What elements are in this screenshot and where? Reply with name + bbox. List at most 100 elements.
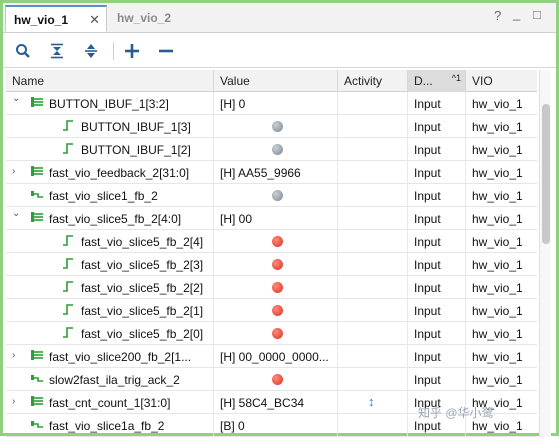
help-icon[interactable]: ? <box>494 8 501 23</box>
signal-name: fast_vio_slice1_fb_2 <box>49 189 158 203</box>
value-cell[interactable]: [H] 58C4_BC34 <box>214 391 338 414</box>
activity-cell[interactable] <box>338 92 408 115</box>
value-cell[interactable]: [H] AA55_9966 <box>214 161 338 184</box>
chevron-right-icon[interactable]: › <box>12 166 22 178</box>
tab-hw-vio-2[interactable]: hw_vio_2 <box>109 5 181 32</box>
signal-name-cell[interactable]: fast_vio_slice5_fb_2[2] <box>6 276 214 299</box>
activity-cell[interactable] <box>338 161 408 184</box>
column-header-vio[interactable]: VIO <box>466 70 537 92</box>
value-cell[interactable] <box>214 299 338 322</box>
led-red-icon[interactable] <box>272 282 283 293</box>
signal-name-cell[interactable]: slow2fast_ila_trig_ack_2 <box>6 368 214 391</box>
value-cell[interactable] <box>214 368 338 391</box>
table-row[interactable]: fast_vio_slice5_fb_2[3] Input hw_vio_1 <box>6 253 537 276</box>
activity-cell[interactable] <box>338 299 408 322</box>
led-red-icon[interactable] <box>272 328 283 339</box>
value-cell[interactable] <box>214 322 338 345</box>
vertical-scrollbar[interactable] <box>539 70 551 437</box>
value-cell[interactable]: [B] 0 <box>214 414 338 437</box>
value-cell[interactable] <box>214 276 338 299</box>
activity-cell[interactable] <box>338 345 408 368</box>
value-cell[interactable] <box>214 230 338 253</box>
remove-icon[interactable] <box>154 39 178 63</box>
table-row[interactable]: BUTTON_IBUF_1[2] Input hw_vio_1 <box>6 138 537 161</box>
signal-name-cell[interactable]: fast_vio_slice5_fb_2[4] <box>6 230 214 253</box>
table-row[interactable]: fast_vio_slice5_fb_2[2] Input hw_vio_1 <box>6 276 537 299</box>
signal-name-cell[interactable]: BUTTON_IBUF_1[2] <box>6 138 214 161</box>
activity-cell[interactable] <box>338 138 408 161</box>
value-cell[interactable]: [H] 0 <box>214 92 338 115</box>
chevron-right-icon[interactable]: › <box>12 350 22 362</box>
led-gray-icon[interactable] <box>272 121 283 132</box>
vio-cell: hw_vio_1 <box>472 281 523 295</box>
table-row[interactable]: ⌄ BUTTON_IBUF_1[3:2] [H] 0 Input hw_vio_1 <box>6 92 537 115</box>
table-row[interactable]: fast_vio_slice5_fb_2[0] Input hw_vio_1 <box>6 322 537 345</box>
chevron-down-icon[interactable]: ⌄ <box>12 208 22 220</box>
value-cell[interactable] <box>214 115 338 138</box>
scrollbar-thumb[interactable] <box>542 104 550 244</box>
add-icon[interactable] <box>120 39 144 63</box>
led-gray-icon[interactable] <box>272 190 283 201</box>
activity-cell[interactable] <box>338 253 408 276</box>
activity-cell[interactable] <box>338 368 408 391</box>
bit-icon <box>62 280 74 296</box>
signal-name-cell[interactable]: fast_vio_slice1_fb_2 <box>6 184 214 207</box>
signal-name-cell[interactable]: fast_vio_slice5_fb_2[1] <box>6 299 214 322</box>
value-cell[interactable] <box>214 253 338 276</box>
signal-name-cell[interactable]: › fast_vio_feedback_2[31:0] <box>6 161 214 184</box>
table-row[interactable]: fast_vio_slice5_fb_2[1] Input hw_vio_1 <box>6 299 537 322</box>
table-row[interactable]: › fast_vio_slice200_fb_2[1... [H] 00_0000_… <box>6 345 537 368</box>
direction-cell: Input <box>408 368 466 391</box>
signal-name-cell[interactable]: ⌄ fast_vio_slice5_fb_2[4:0] <box>6 207 214 230</box>
signal-name-cell[interactable]: › fast_vio_slice200_fb_2[1... <box>6 345 214 368</box>
table-row[interactable]: ⌄ fast_vio_slice5_fb_2[4:0] [H] 00 Input hw_… <box>6 207 537 230</box>
maximize-icon[interactable]: □ <box>533 7 541 22</box>
signal-name-cell[interactable]: ⌄ BUTTON_IBUF_1[3:2] <box>6 92 214 115</box>
led-red-icon[interactable] <box>272 374 283 385</box>
collapse-all-icon[interactable] <box>45 39 69 63</box>
activity-cell[interactable] <box>338 414 408 437</box>
signal-name-cell[interactable]: fast_vio_slice5_fb_2[0] <box>6 322 214 345</box>
minimize-icon[interactable]: _ <box>513 6 520 21</box>
signal-name-cell[interactable]: › fast_cnt_count_1[31:0] <box>6 391 214 414</box>
signal-name-cell[interactable]: fast_vio_slice1a_fb_2 <box>6 414 214 437</box>
table-row[interactable]: › fast_vio_feedback_2[31:0] [H] AA55_9966 I… <box>6 161 537 184</box>
vio-cell: hw_vio_1 <box>472 235 523 249</box>
activity-cell[interactable]: ↕ <box>338 391 408 414</box>
chevron-down-icon[interactable]: ⌄ <box>12 93 22 105</box>
table-row[interactable]: fast_vio_slice1_fb_2 Input hw_vio_1 <box>6 184 537 207</box>
activity-cell[interactable] <box>338 115 408 138</box>
table-row[interactable]: slow2fast_ila_trig_ack_2 Input hw_vio_1 <box>6 368 537 391</box>
value-cell[interactable]: [H] 00_0000_0000... <box>214 345 338 368</box>
value-cell[interactable]: [H] 00 <box>214 207 338 230</box>
led-red-icon[interactable] <box>272 259 283 270</box>
column-header-name[interactable]: Name <box>6 70 214 92</box>
expand-all-icon[interactable] <box>79 39 103 63</box>
search-icon[interactable] <box>11 39 35 63</box>
close-icon[interactable]: ✕ <box>89 12 100 28</box>
tab-hw-vio-1[interactable]: hw_vio_1 ✕ <box>5 5 107 32</box>
activity-cell[interactable] <box>338 276 408 299</box>
activity-cell[interactable] <box>338 230 408 253</box>
vio-cell: hw_vio_1 <box>472 304 523 318</box>
signal-name-cell[interactable]: fast_vio_slice5_fb_2[3] <box>6 253 214 276</box>
chevron-right-icon[interactable]: › <box>12 396 22 408</box>
activity-cell[interactable] <box>338 207 408 230</box>
led-gray-icon[interactable] <box>272 144 283 155</box>
direction-cell: Input <box>408 322 466 345</box>
table-row[interactable]: fast_vio_slice5_fb_2[4] Input hw_vio_1 <box>6 230 537 253</box>
bus-icon <box>30 165 44 180</box>
value-cell[interactable] <box>214 184 338 207</box>
led-red-icon[interactable] <box>272 236 283 247</box>
column-header-activity[interactable]: Activity <box>338 70 408 92</box>
led-red-icon[interactable] <box>272 305 283 316</box>
signal-name: BUTTON_IBUF_1[2] <box>81 143 191 157</box>
activity-cell[interactable] <box>338 184 408 207</box>
column-header-direction[interactable]: D... ^1 <box>408 70 466 92</box>
value-cell[interactable] <box>214 138 338 161</box>
signal-name-cell[interactable]: BUTTON_IBUF_1[3] <box>6 115 214 138</box>
column-header-value[interactable]: Value <box>214 70 338 92</box>
activity-cell[interactable] <box>338 322 408 345</box>
table-row[interactable]: BUTTON_IBUF_1[3] Input hw_vio_1 <box>6 115 537 138</box>
vio-cell: hw_vio_1 <box>472 143 523 157</box>
